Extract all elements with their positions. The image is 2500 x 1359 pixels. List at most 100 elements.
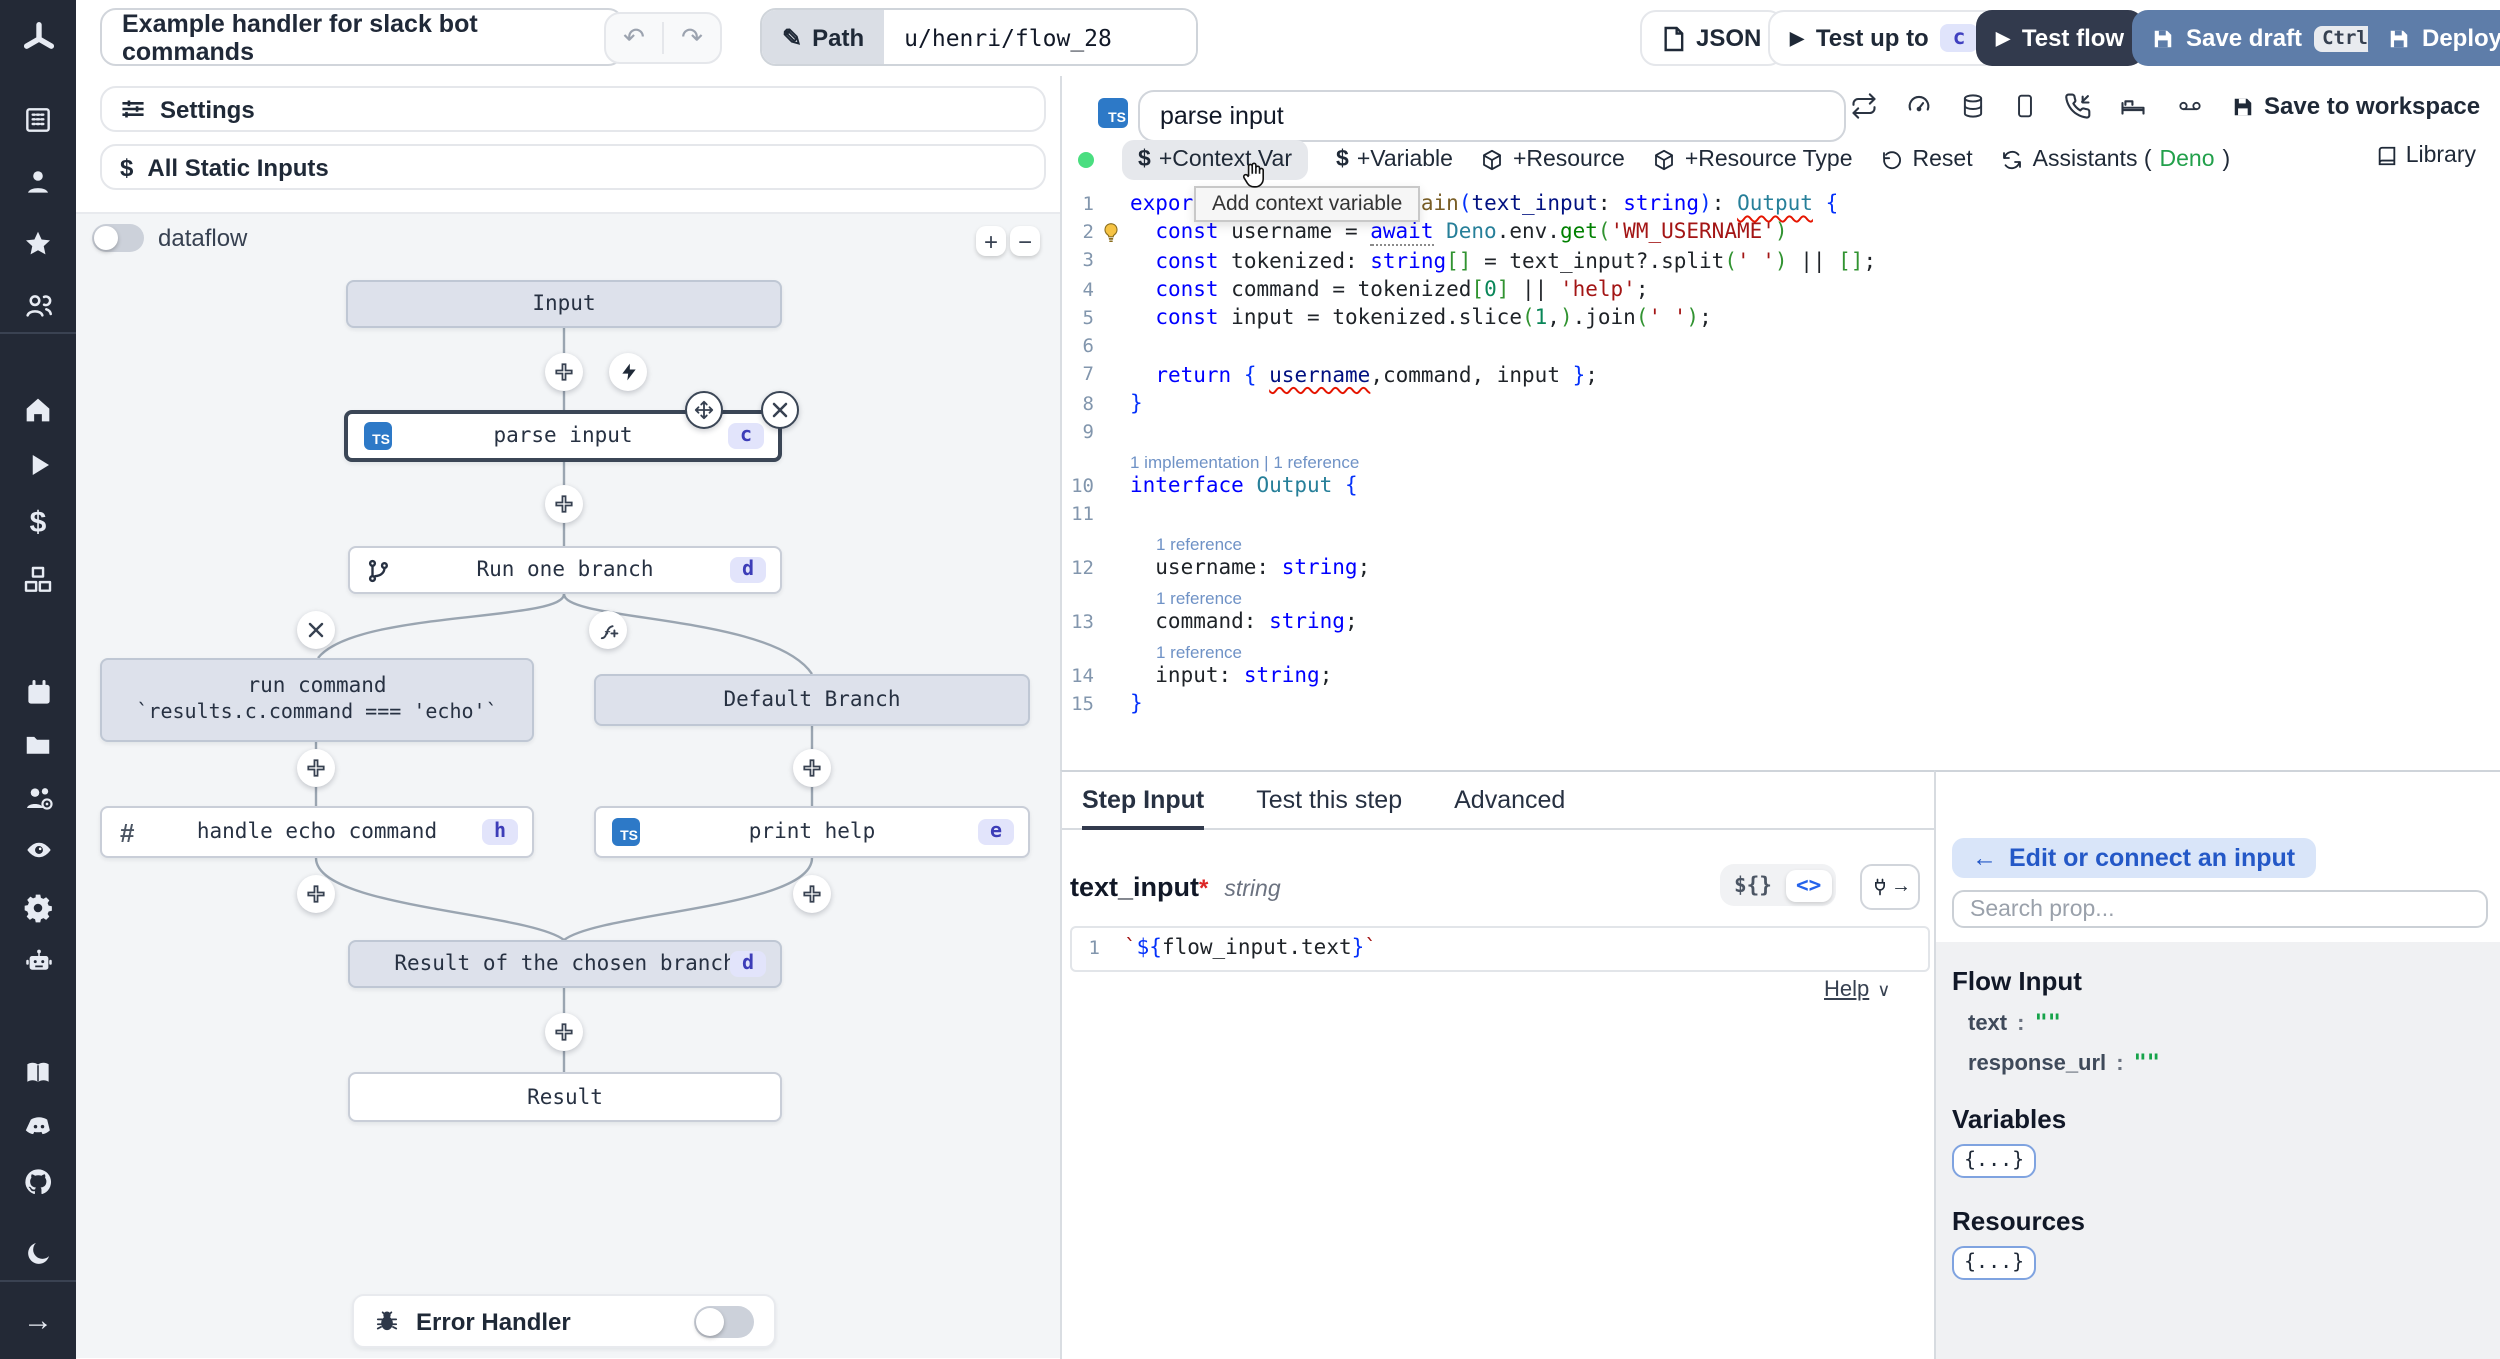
zoom-in-button[interactable]: + (976, 226, 1006, 256)
resources-object-chip[interactable]: {...} (1952, 1246, 2037, 1280)
book-icon[interactable] (0, 1058, 76, 1088)
template-mode-button[interactable]: ${} (1724, 869, 1782, 901)
dollar-icon: $ (1336, 148, 1349, 172)
code-line-8: 8} (1062, 390, 2500, 419)
play-icon[interactable] (0, 450, 76, 480)
smartphone-icon[interactable] (2012, 92, 2038, 120)
dollar-icon[interactable]: $ (0, 506, 76, 540)
pencil-icon: ✎ (782, 23, 803, 51)
connect-input-button[interactable]: → (1860, 864, 1920, 910)
windmill-flow-editor: $ → Example handler for slack bot command… (0, 0, 2500, 1359)
expression-editor[interactable]: 1 `${flow_input.text}` (1070, 926, 1930, 972)
edit-or-connect-button[interactable]: ← Edit or connect an input (1952, 838, 2316, 878)
save-to-workspace-button[interactable]: Save to workspace (2232, 92, 2480, 120)
moon-icon[interactable] (0, 1238, 76, 1268)
move-node-button[interactable] (685, 391, 723, 429)
flow-graph-panel: Settings $ All Static Inputs dataflow + … (76, 76, 1060, 1359)
repeat-icon[interactable] (1850, 92, 1878, 120)
add-step-button[interactable] (297, 749, 335, 787)
eye-icon[interactable] (0, 836, 76, 864)
delete-node-button[interactable] (761, 391, 799, 429)
settings-gear-icon[interactable] (0, 892, 76, 924)
prop-search-input[interactable]: Search prop... (1952, 890, 2488, 928)
deploy-button[interactable]: Deploy ∨ (2368, 10, 2500, 66)
toolbar-context-var[interactable]: $ +Context Var (1122, 140, 1308, 180)
tab-step-input[interactable]: Step Input (1082, 772, 1205, 830)
help-link[interactable]: Help ∨ (1824, 978, 1890, 1002)
add-step-button[interactable] (297, 875, 335, 913)
node-input[interactable]: Input (346, 280, 782, 328)
zoom-out-button[interactable]: − (1010, 226, 1040, 256)
node-handle-echo-command[interactable]: # handle echo command h (100, 806, 534, 858)
error-handler-toggle[interactable] (694, 1305, 754, 1337)
worker-group-icon[interactable] (0, 782, 76, 814)
library-button[interactable]: Library (2376, 144, 2476, 168)
calendar-icon[interactable] (0, 678, 76, 708)
node-run-one-branch[interactable]: Run one branch d (348, 546, 782, 594)
github-icon[interactable] (0, 1166, 76, 1198)
step-name-input[interactable]: parse input (1138, 90, 1846, 142)
json-button[interactable]: JSON (1640, 10, 1784, 66)
error-handler-row[interactable]: Error Handler (352, 1294, 776, 1348)
path-input[interactable]: u/henri/flow_28 (884, 10, 1197, 64)
variables-object-chip[interactable]: {...} (1952, 1144, 2037, 1178)
discord-icon[interactable] (0, 1112, 76, 1140)
lightbulb-icon[interactable] (1102, 222, 1120, 244)
code-line-6: 6 (1062, 333, 2500, 362)
code-mode-button[interactable]: <> (1785, 869, 1832, 901)
dataflow-toggle[interactable] (92, 224, 144, 252)
toolbar-reset[interactable]: Reset (1881, 148, 1973, 172)
node-result[interactable]: Result (348, 1072, 782, 1122)
users-icon[interactable] (0, 290, 76, 322)
edit-path-button[interactable]: ✎ Path (762, 10, 885, 64)
user-icon[interactable] (0, 166, 76, 198)
database-icon[interactable] (1960, 92, 1986, 120)
codelens-link[interactable]: 1 implementation | 1 reference (1062, 447, 2500, 472)
add-step-button[interactable] (545, 353, 583, 391)
codelens-link[interactable]: 1 reference (1062, 583, 2500, 608)
toolbar-resource[interactable]: +Resource (1481, 148, 1625, 172)
gauge-icon[interactable] (1904, 92, 1934, 120)
line-number: 7 (1082, 364, 1094, 387)
star-icon[interactable] (0, 228, 76, 260)
add-step-button[interactable] (793, 749, 831, 787)
settings-row[interactable]: Settings (100, 86, 1046, 132)
code-lines[interactable]: 1export async function main(text_input: … (1062, 190, 2500, 719)
codelens-link[interactable]: 1 reference (1062, 637, 2500, 662)
bed-icon[interactable] (2118, 92, 2148, 120)
add-step-button[interactable] (793, 875, 831, 913)
tab-test-this-step[interactable]: Test this step (1256, 772, 1402, 828)
boxes-icon[interactable] (0, 564, 76, 596)
all-static-inputs-row[interactable]: $ All Static Inputs (100, 144, 1046, 190)
node-run-command-branch[interactable]: run command `results.c.command === 'echo… (100, 658, 534, 742)
undo-button[interactable]: ↶ (606, 22, 662, 54)
phone-incoming-icon[interactable] (2064, 92, 2092, 120)
flow-input-prop-text[interactable]: text: "" (1968, 1010, 2484, 1036)
building-icon[interactable] (0, 104, 76, 136)
codelens-link[interactable]: 1 reference (1062, 530, 2500, 555)
tab-advanced[interactable]: Advanced (1454, 772, 1565, 828)
add-branch-button[interactable] (589, 611, 627, 649)
robot-icon[interactable] (0, 946, 76, 976)
node-default-branch[interactable]: Default Branch (594, 674, 1030, 726)
flow-input-prop-response_url[interactable]: response_url: "" (1968, 1050, 2484, 1076)
add-step-button[interactable] (545, 1013, 583, 1051)
step-tabs: Step Input Test this step Advanced (1062, 772, 1934, 830)
test-flow-button[interactable]: ▶ Test flow (1976, 10, 2145, 66)
folder-icon[interactable] (0, 730, 76, 760)
voicemail-icon[interactable] (2174, 94, 2206, 118)
flow-title-input[interactable]: Example handler for slack bot commands (100, 8, 624, 66)
remove-branch-button[interactable] (297, 611, 335, 649)
home-icon[interactable] (0, 394, 76, 426)
toolbar-assistants[interactable]: Assistants (Deno) (2001, 148, 2230, 172)
node-branch-result[interactable]: Result of the chosen branch d (348, 940, 782, 988)
trigger-lightning-button[interactable] (609, 353, 647, 391)
test-up-to-button[interactable]: ▶ Test up to c (1768, 10, 2000, 66)
flow-canvas[interactable]: dataflow + − Input TS parse input c Run … (76, 214, 1060, 1358)
toolbar-variable[interactable]: $ +Variable (1336, 148, 1453, 172)
toolbar-resource-type[interactable]: +Resource Type (1653, 148, 1853, 172)
add-step-button[interactable] (545, 485, 583, 523)
arrow-right-icon[interactable]: → (0, 1304, 76, 1338)
node-print-help[interactable]: TS print help e (594, 806, 1030, 858)
redo-button[interactable]: ↷ (662, 22, 720, 54)
